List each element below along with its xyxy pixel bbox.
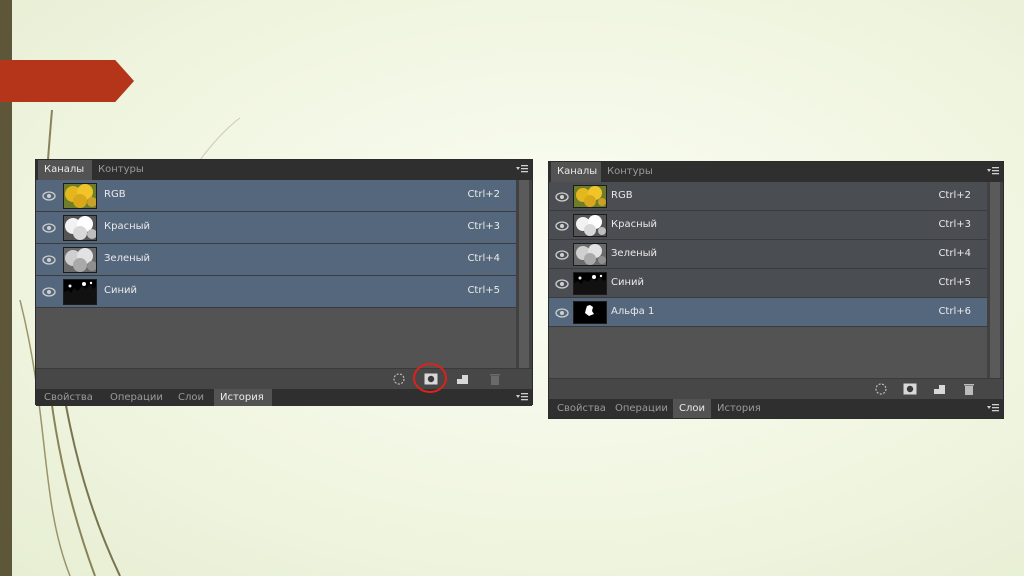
red-thumbnail (573, 214, 607, 237)
channel-name: RGB (611, 190, 633, 201)
channel-list: RGB Ctrl+2 Красный Ctrl+3 Зеленый Ctrl+4 (36, 180, 516, 368)
eye-icon[interactable] (555, 307, 569, 319)
channel-name: RGB (104, 189, 126, 200)
channels-panel-right: Каналы Контуры RGB Ctrl+2 Красный Ctrl+3 (549, 162, 1003, 418)
eye-icon[interactable] (42, 190, 56, 202)
channel-shortcut: Ctrl+4 (938, 248, 971, 259)
channel-list-scrollbar[interactable] (516, 180, 532, 368)
channel-name: Красный (611, 219, 658, 230)
eye-icon[interactable] (555, 191, 569, 203)
tab-paths[interactable]: Контуры (92, 160, 152, 180)
scrollbar-thumb[interactable] (990, 182, 1000, 378)
tab-actions[interactable]: Операции (104, 389, 170, 406)
panel-menu-icon[interactable] (987, 403, 999, 413)
channel-row-green[interactable]: Зеленый Ctrl+4 (549, 240, 987, 269)
channel-name: Синий (104, 285, 138, 296)
tab-channels[interactable]: Каналы (38, 160, 92, 180)
channel-row-red[interactable]: Красный Ctrl+3 (549, 211, 987, 240)
tab-properties[interactable]: Свойства (38, 389, 102, 406)
channel-shortcut: Ctrl+4 (467, 253, 500, 264)
save-selection-as-channel-icon[interactable] (903, 383, 917, 395)
panel-bottom-tabbar: Свойства Операции Слои История (549, 399, 1003, 418)
blue-thumbnail (573, 272, 607, 295)
channel-shortcut: Ctrl+2 (938, 190, 971, 201)
eye-icon[interactable] (42, 286, 56, 298)
channel-row-green[interactable]: Зеленый Ctrl+4 (36, 244, 516, 276)
tab-history[interactable]: История (711, 399, 767, 418)
channel-name: Альфа 1 (611, 306, 655, 317)
channel-row-blue[interactable]: Синий Ctrl+5 (549, 269, 987, 298)
channels-panel-left: Каналы Контуры RGB Ctrl+2 Красный Ctrl+3 (36, 160, 532, 406)
channel-name: Зеленый (611, 248, 658, 259)
panel-tabbar: Каналы Контуры (36, 160, 532, 180)
channel-list-scrollbar[interactable] (987, 182, 1003, 378)
delete-channel-icon[interactable] (488, 373, 502, 385)
panel-footer (36, 368, 532, 389)
panel-tabbar: Каналы Контуры (549, 162, 1003, 182)
eye-icon[interactable] (555, 249, 569, 261)
annotation-circle (413, 363, 447, 393)
eye-icon[interactable] (555, 220, 569, 232)
channel-row-red[interactable]: Красный Ctrl+3 (36, 212, 516, 244)
blue-thumbnail (63, 279, 97, 305)
eye-icon[interactable] (42, 222, 56, 234)
channel-row-rgb[interactable]: RGB Ctrl+2 (36, 180, 516, 212)
green-thumbnail (63, 247, 97, 273)
green-thumbnail (573, 243, 607, 266)
title-arrow-shape (0, 60, 134, 102)
channel-row-blue[interactable]: Синий Ctrl+5 (36, 276, 516, 308)
new-channel-icon[interactable] (456, 373, 470, 385)
rgb-thumbnail (573, 185, 607, 208)
channel-shortcut: Ctrl+5 (938, 277, 971, 288)
tab-paths[interactable]: Контуры (601, 162, 659, 182)
panel-bottom-tabbar: Свойства Операции Слои История (36, 389, 532, 406)
channel-row-rgb[interactable]: RGB Ctrl+2 (549, 182, 987, 211)
panel-footer (549, 378, 1003, 399)
alpha-thumbnail (573, 301, 607, 324)
new-channel-icon[interactable] (933, 383, 947, 395)
channel-shortcut: Ctrl+2 (467, 189, 500, 200)
channel-row-alpha-1[interactable]: Альфа 1 Ctrl+6 (549, 298, 987, 327)
delete-channel-icon[interactable] (962, 383, 976, 395)
panel-menu-icon[interactable] (516, 392, 528, 402)
channel-name: Зеленый (104, 253, 151, 264)
panel-menu-icon[interactable] (987, 166, 999, 176)
scrollbar-thumb[interactable] (519, 180, 529, 368)
tab-channels[interactable]: Каналы (551, 162, 601, 182)
load-selection-icon[interactable] (392, 373, 406, 385)
channel-name: Красный (104, 221, 151, 232)
channel-shortcut: Ctrl+6 (938, 306, 971, 317)
channel-shortcut: Ctrl+5 (467, 285, 500, 296)
tab-properties[interactable]: Свойства (551, 399, 609, 418)
load-selection-icon[interactable] (874, 383, 888, 395)
panel-menu-icon[interactable] (516, 164, 528, 174)
channel-shortcut: Ctrl+3 (467, 221, 500, 232)
red-thumbnail (63, 215, 97, 241)
rgb-thumbnail (63, 183, 97, 209)
channel-list: RGB Ctrl+2 Красный Ctrl+3 Зеленый Ctrl+4… (549, 182, 987, 378)
eye-icon[interactable] (555, 278, 569, 290)
eye-icon[interactable] (42, 254, 56, 266)
tab-layers[interactable]: Слои (172, 389, 212, 406)
channel-name: Синий (611, 277, 645, 288)
channel-shortcut: Ctrl+3 (938, 219, 971, 230)
tab-history[interactable]: История (214, 389, 272, 406)
tab-layers[interactable]: Слои (673, 399, 711, 418)
tab-actions[interactable]: Операции (609, 399, 671, 418)
